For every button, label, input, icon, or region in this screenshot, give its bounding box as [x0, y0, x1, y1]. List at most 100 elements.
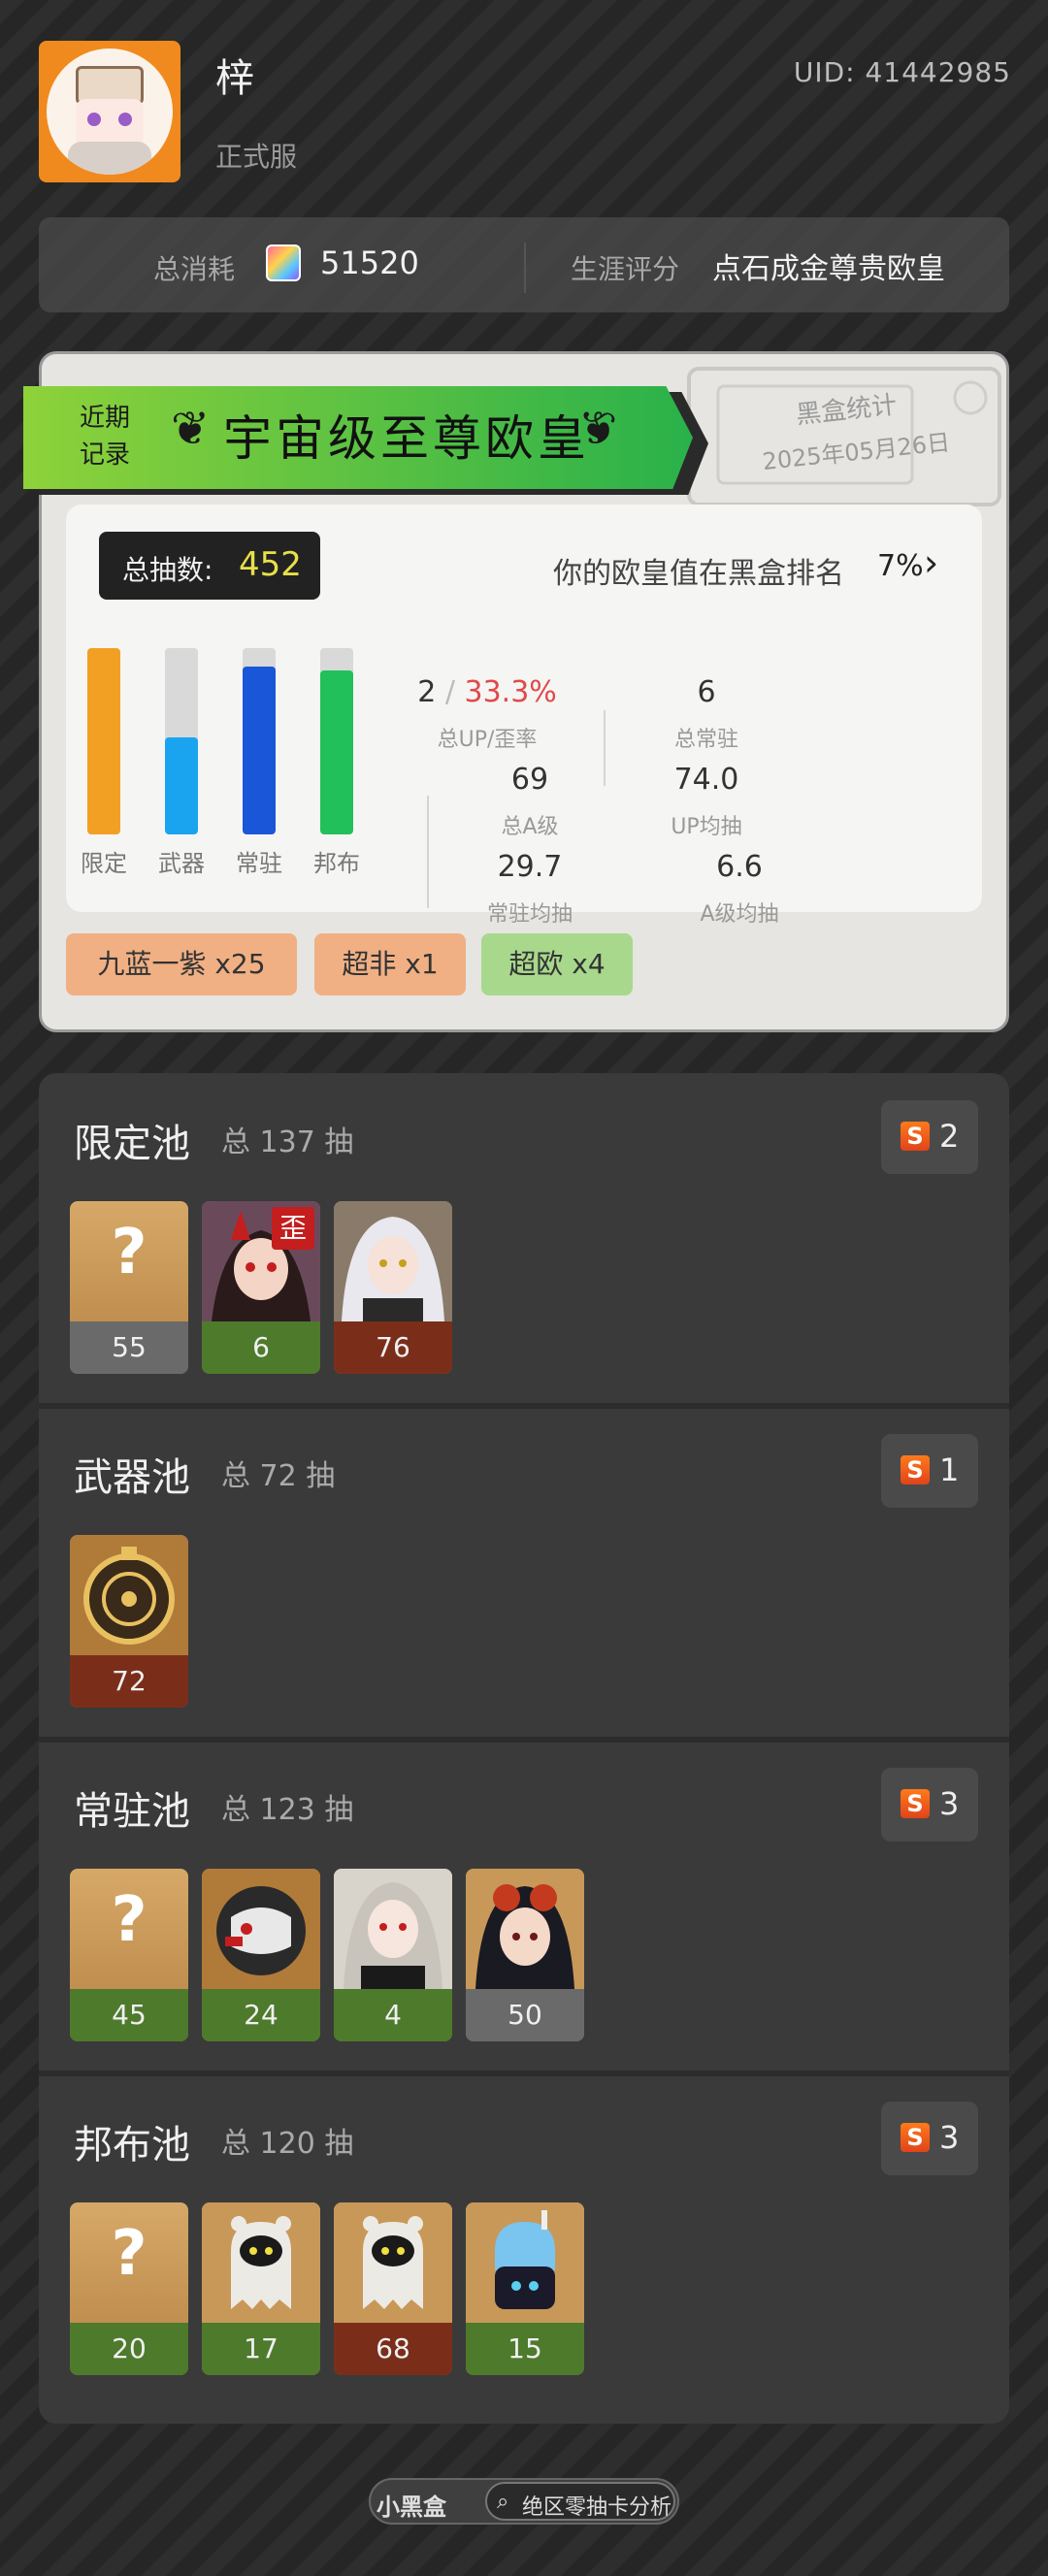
pool-total: 总 123 抽 [221, 1793, 354, 1827]
s-rank-count: 1 [939, 1451, 960, 1488]
s-rank-icon: S [901, 1789, 930, 1818]
chevron-right-icon[interactable]: › [924, 541, 938, 584]
record-title: 宇宙级至尊欧皇 [223, 410, 590, 467]
pull-item-card[interactable]: 歪6 [202, 1201, 320, 1374]
agent-white-hair-art [334, 1201, 452, 1321]
tag-super-lucky: 超欧 x4 [481, 933, 633, 995]
standard-avg-value: 29.7 [497, 850, 563, 884]
bar-fill [87, 648, 120, 834]
s-rank-icon: S [901, 1455, 930, 1484]
pull-item-card[interactable]: 24 [202, 1869, 320, 2041]
pool-total: 总 72 抽 [221, 1459, 336, 1493]
bar-fill [165, 737, 198, 834]
total-spend-label: 总消耗 [153, 253, 236, 285]
heybox-logo: 小黑盒 [377, 2494, 446, 2521]
bar-label: 限定 [81, 850, 127, 877]
s-rank-count: 2 [939, 1118, 960, 1155]
banner-badge-line2: 记录 [80, 440, 131, 470]
rank-text[interactable]: 你的欧皇值在黑盒排名 [553, 549, 844, 592]
engine-gold-art [70, 1535, 188, 1655]
pool-separator [39, 1403, 1009, 1409]
up-avg-value: 74.0 [673, 763, 739, 797]
polychrome-icon [266, 245, 301, 281]
s-rank-icon: S [901, 2123, 930, 2152]
bar-label: 邦布 [313, 850, 360, 877]
pull-count: 24 [202, 1989, 320, 2041]
bangboo-blue-art [466, 2202, 584, 2323]
bangboo-ghost-art [202, 2202, 320, 2323]
bar-track [87, 648, 120, 834]
pull-item-card[interactable]: 76 [334, 1201, 452, 1374]
up-rate-label: 总UP/歪率 [437, 728, 538, 752]
banner-badge-line1: 近期 [80, 404, 131, 433]
up-avg-label: UP均抽 [671, 815, 742, 839]
tag-nine-blue-one-purple: 九蓝一紫 x25 [66, 933, 297, 995]
pull-item-card[interactable]: 4 [334, 1869, 452, 2041]
user-avatar[interactable] [39, 41, 180, 182]
pull-count: 15 [466, 2323, 584, 2375]
pull-item-card[interactable]: 50 [466, 1869, 584, 2041]
s-rank-count: 3 [939, 1785, 960, 1822]
s-rank-count-badge: S3 [881, 2102, 978, 2175]
pull-count: 55 [70, 1321, 188, 1374]
total-pulls-value: 452 [239, 545, 302, 584]
stats-divider [524, 243, 526, 293]
agent-goggles-art [466, 1869, 584, 1989]
pull-item-card[interactable]: ? 20 [70, 2202, 188, 2375]
rank-percent[interactable]: 7% [877, 549, 924, 583]
username: 梓 [215, 56, 254, 101]
a-rank-total-label: 总A级 [501, 815, 559, 839]
bar-label: 武器 [158, 850, 205, 877]
pull-count: 72 [70, 1655, 188, 1708]
total-pulls-label: 总抽数: [122, 554, 213, 586]
pull-count: 4 [334, 1989, 452, 2041]
off-banner-badge: 歪 [272, 1207, 314, 1250]
bar-fill [320, 670, 353, 834]
pool-separator [39, 2071, 1009, 2076]
pull-count: 45 [70, 1989, 188, 2041]
standard-total-label: 总常驻 [673, 728, 738, 752]
standard-avg-label: 常驻均抽 [486, 902, 573, 927]
pull-item-card[interactable]: 72 [70, 1535, 188, 1708]
laurel-left-icon: ❦ [171, 402, 211, 456]
bar-fill [243, 667, 276, 834]
pull-count: 50 [466, 1989, 584, 2041]
pool-total: 总 120 抽 [221, 2127, 354, 2161]
pull-item-card[interactable]: 68 [334, 2202, 452, 2375]
uid-label: UID: 41442985 [793, 56, 1011, 88]
pool-separator [39, 1737, 1009, 1743]
pull-item-card[interactable]: ? 45 [70, 1869, 188, 2041]
career-score-label: 生涯评分 [571, 253, 680, 285]
agent-silver-hair-art [334, 1869, 452, 1989]
pull-item-card[interactable]: 15 [466, 2202, 584, 2375]
bar-label: 常驻 [236, 850, 282, 877]
laurel-right-icon: ❦ [578, 402, 618, 456]
footer-link-text[interactable]: 绝区零抽卡分析 [522, 2490, 671, 2521]
a-rank-avg-value: 6.6 [716, 850, 763, 884]
standard-total-value: 6 [697, 675, 716, 709]
pull-count: 20 [70, 2323, 188, 2375]
server-label: 正式服 [215, 141, 298, 173]
bangboo-ghost-art [334, 2202, 452, 2323]
pull-count: 76 [334, 1321, 452, 1374]
a-rank-avg-label: A级均抽 [700, 902, 779, 927]
pool-title: 邦布池 [74, 2123, 190, 2168]
pull-item-card[interactable]: 17 [202, 2202, 320, 2375]
s-rank-count-badge: S3 [881, 1768, 978, 1842]
bar-track [243, 648, 276, 834]
s-rank-count: 3 [939, 2119, 960, 2156]
bar-track [165, 648, 198, 834]
tag-super-unlucky: 超非 x1 [314, 933, 466, 995]
search-icon: ⌕ [497, 2490, 509, 2514]
career-score-value: 点石成金尊贵欧皇 [712, 252, 945, 286]
unknown-question-icon: ? [111, 1217, 147, 1288]
pull-item-card[interactable]: ? 55 [70, 1201, 188, 1374]
a-rank-total-value: 69 [510, 763, 549, 797]
pool-total: 总 137 抽 [221, 1125, 354, 1159]
s-rank-count-badge: S1 [881, 1434, 978, 1508]
pool-title: 武器池 [74, 1455, 190, 1500]
total-spend-value: 51520 [320, 245, 419, 281]
bar-track [320, 648, 353, 834]
s-rank-icon: S [901, 1122, 930, 1151]
pool-title: 常驻池 [74, 1789, 190, 1834]
